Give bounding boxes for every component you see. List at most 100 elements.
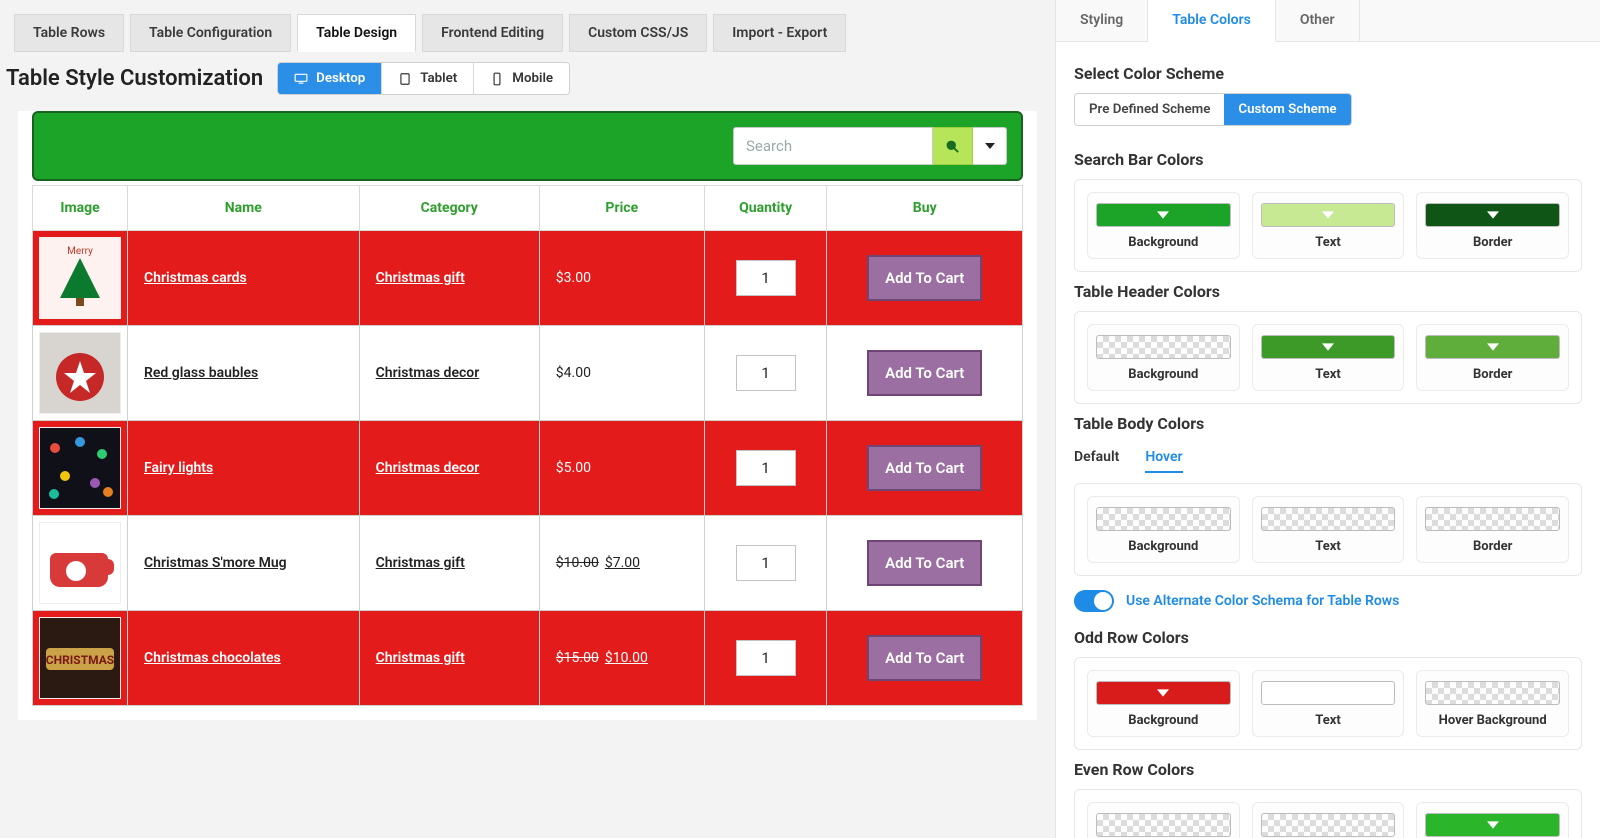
- add-to-cart-button[interactable]: Add To Cart: [867, 540, 982, 586]
- col-buy[interactable]: Buy: [827, 186, 1023, 231]
- color-label: Border: [1425, 539, 1560, 554]
- product-category-link[interactable]: Christmas decor: [376, 365, 480, 381]
- tab-import-export[interactable]: Import - Export: [713, 14, 846, 52]
- color-swatch[interactable]: [1425, 203, 1560, 227]
- add-to-cart-button[interactable]: Add To Cart: [867, 255, 982, 301]
- color-label: Text: [1261, 539, 1396, 554]
- tab-table-rows[interactable]: Table Rows: [14, 14, 124, 52]
- tab-frontend-editing[interactable]: Frontend Editing: [422, 14, 563, 52]
- search-button[interactable]: [933, 127, 973, 165]
- color-swatch[interactable]: [1096, 681, 1231, 705]
- color-cell-even-bg: Background: [1087, 802, 1240, 838]
- product-thumbnail: [39, 427, 121, 509]
- color-cell-search-bg: Background: [1087, 192, 1240, 259]
- col-price[interactable]: Price: [539, 186, 704, 231]
- color-swatch[interactable]: [1261, 203, 1396, 227]
- add-to-cart-button[interactable]: Add To Cart: [867, 445, 982, 491]
- quantity-input[interactable]: [736, 355, 796, 391]
- color-cell-header-border: Border: [1416, 324, 1569, 391]
- desktop-icon: [294, 72, 308, 86]
- tab-table-configuration[interactable]: Table Configuration: [130, 14, 291, 52]
- col-quantity[interactable]: Quantity: [704, 186, 827, 231]
- device-desktop-label: Desktop: [316, 71, 365, 86]
- device-mobile-label: Mobile: [512, 71, 553, 86]
- product-thumbnail: [39, 332, 121, 414]
- color-label: Background: [1096, 235, 1231, 250]
- product-category-link[interactable]: Christmas gift: [376, 270, 465, 286]
- search-dropdown-button[interactable]: [973, 127, 1007, 165]
- section-search-bar-colors: Search Bar Colors: [1074, 150, 1582, 169]
- tab-custom-css-js[interactable]: Custom CSS/JS: [569, 14, 707, 52]
- color-label: Background: [1096, 713, 1231, 728]
- col-image[interactable]: Image: [33, 186, 128, 231]
- color-cell-even-hoverbg: Hover Background: [1416, 802, 1569, 838]
- device-tablet-label: Tablet: [420, 71, 457, 86]
- body-subtab-hover[interactable]: Hover: [1145, 443, 1182, 473]
- color-cell-body-bg: Background: [1087, 496, 1240, 563]
- product-name-link[interactable]: Red glass baubles: [144, 365, 258, 381]
- color-label: Background: [1096, 367, 1231, 382]
- product-name-link[interactable]: Christmas chocolates: [144, 650, 281, 666]
- quantity-input[interactable]: [736, 260, 796, 296]
- product-category-link[interactable]: Christmas gift: [376, 555, 465, 571]
- color-cell-header-bg: Background: [1087, 324, 1240, 391]
- device-tablet[interactable]: Tablet: [381, 63, 473, 94]
- add-to-cart-button[interactable]: Add To Cart: [867, 350, 982, 396]
- tab-table-design[interactable]: Table Design: [297, 14, 416, 52]
- alternate-rows-toggle[interactable]: [1074, 590, 1114, 612]
- product-name-link[interactable]: Christmas cards: [144, 270, 247, 286]
- product-table: Image Name Category Price Quantity Buy M…: [32, 185, 1023, 706]
- color-swatch[interactable]: [1096, 203, 1231, 227]
- side-tab-styling[interactable]: Styling: [1056, 0, 1148, 41]
- color-swatch[interactable]: [1425, 507, 1560, 531]
- product-category-link[interactable]: Christmas gift: [376, 650, 465, 666]
- device-mobile[interactable]: Mobile: [473, 63, 569, 94]
- product-category-link[interactable]: Christmas decor: [376, 460, 480, 476]
- device-desktop[interactable]: Desktop: [278, 63, 381, 94]
- color-label: Text: [1261, 235, 1396, 250]
- color-swatch[interactable]: [1425, 335, 1560, 359]
- side-tab-table-colors[interactable]: Table Colors: [1148, 0, 1276, 42]
- color-label: Text: [1261, 713, 1396, 728]
- section-even-row-colors: Even Row Colors: [1074, 760, 1582, 779]
- color-swatch[interactable]: [1261, 335, 1396, 359]
- col-category[interactable]: Category: [359, 186, 539, 231]
- color-label: Border: [1425, 367, 1560, 382]
- table-row: Christmas S'more Mug Christmas gift $10.…: [33, 516, 1023, 611]
- product-price: $3.00: [539, 231, 704, 326]
- color-swatch[interactable]: [1096, 813, 1231, 837]
- side-tabs: Styling Table Colors Other: [1056, 0, 1600, 42]
- svg-text:Merry: Merry: [67, 246, 93, 257]
- color-cell-search-border: Border: [1416, 192, 1569, 259]
- add-to-cart-button[interactable]: Add To Cart: [867, 635, 982, 681]
- search-input[interactable]: [733, 127, 933, 165]
- color-swatch[interactable]: [1096, 507, 1231, 531]
- color-cell-body-text: Text: [1252, 496, 1405, 563]
- product-thumbnail: Merry: [39, 237, 121, 319]
- section-odd-row-colors: Odd Row Colors: [1074, 628, 1582, 647]
- product-name-link[interactable]: Fairy lights: [144, 460, 213, 476]
- color-swatch[interactable]: [1425, 813, 1560, 837]
- color-swatch[interactable]: [1096, 335, 1231, 359]
- side-tab-other[interactable]: Other: [1276, 0, 1360, 41]
- page-title: Table Style Customization: [4, 66, 263, 91]
- quantity-input[interactable]: [736, 640, 796, 676]
- color-swatch[interactable]: [1261, 813, 1396, 837]
- body-subtab-default[interactable]: Default: [1074, 443, 1119, 473]
- scheme-toggle: Pre Defined Scheme Custom Scheme: [1074, 93, 1352, 126]
- scheme-custom[interactable]: Custom Scheme: [1224, 94, 1350, 125]
- product-name-link[interactable]: Christmas S'more Mug: [144, 555, 287, 571]
- color-swatch[interactable]: [1261, 681, 1396, 705]
- table-row: Merry Christmas cards Christmas gift $3.…: [33, 231, 1023, 326]
- quantity-input[interactable]: [736, 450, 796, 486]
- product-thumbnail: [39, 522, 121, 604]
- col-name[interactable]: Name: [128, 186, 360, 231]
- color-cell-header-text: Text: [1252, 324, 1405, 391]
- select-color-scheme-title: Select Color Scheme: [1074, 64, 1582, 83]
- color-swatch[interactable]: [1261, 507, 1396, 531]
- quantity-input[interactable]: [736, 545, 796, 581]
- scheme-predefined[interactable]: Pre Defined Scheme: [1075, 94, 1224, 125]
- color-label: Background: [1096, 539, 1231, 554]
- color-swatch[interactable]: [1425, 681, 1560, 705]
- device-group: Desktop Tablet Mobile: [277, 62, 570, 95]
